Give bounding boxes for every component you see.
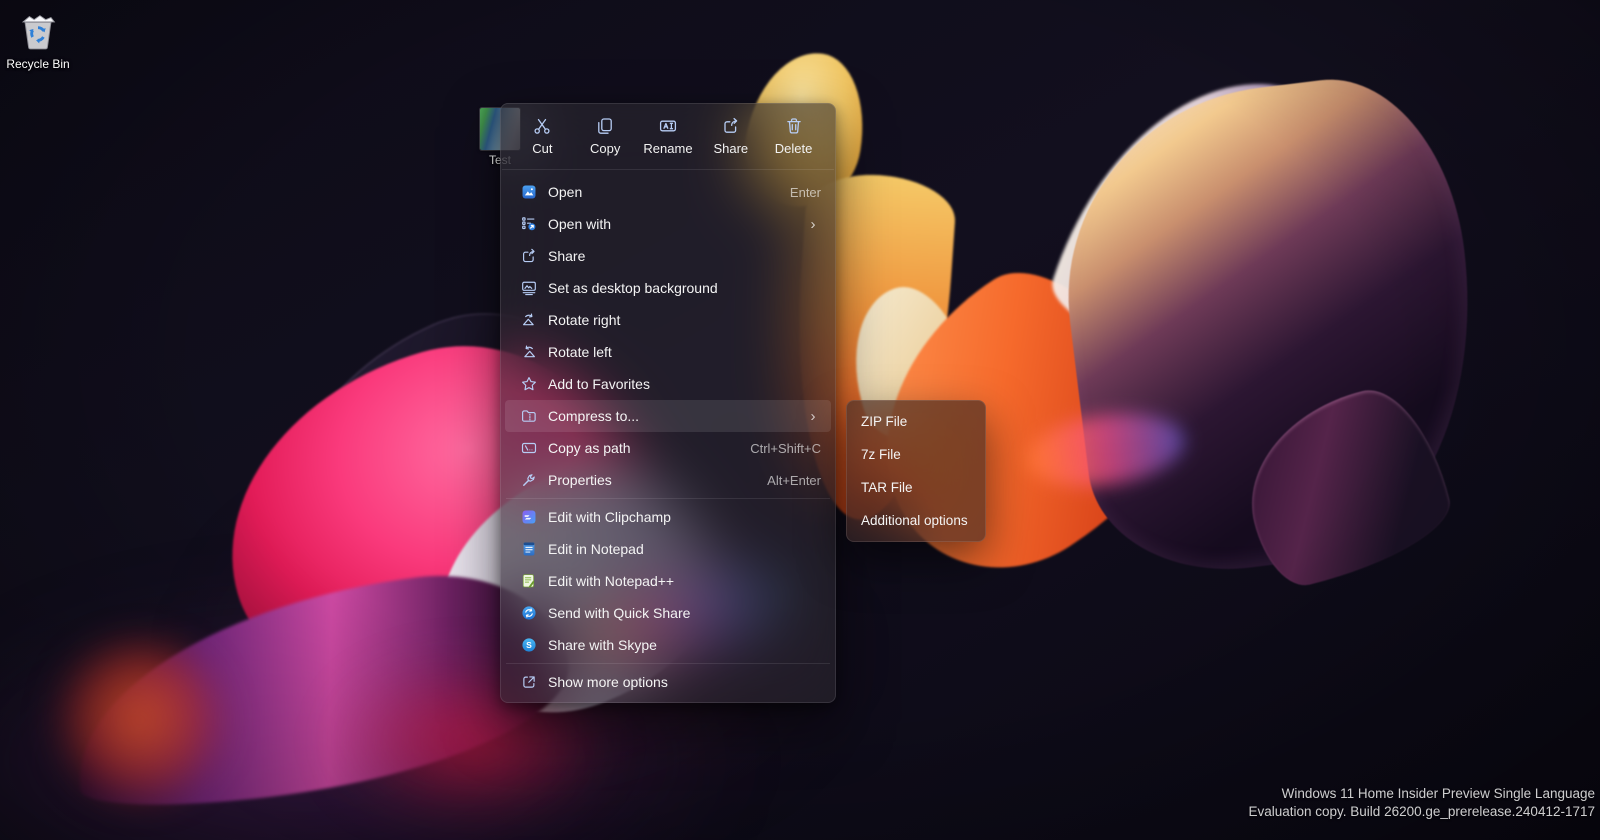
copy-icon bbox=[595, 116, 615, 136]
menu-item-set-as-desktop-background[interactable]: Set as desktop background bbox=[505, 272, 831, 304]
svg-text:S: S bbox=[526, 640, 532, 650]
chevron-right-icon: › bbox=[810, 215, 816, 233]
shortcut-label: Alt+Enter bbox=[767, 472, 821, 488]
wrench-icon bbox=[519, 470, 539, 490]
menu-item-open[interactable]: Open Enter bbox=[505, 176, 831, 208]
clipchamp-icon bbox=[519, 507, 539, 527]
folder-zip-icon bbox=[519, 406, 539, 426]
recycle-bin-icon bbox=[15, 8, 61, 54]
menu-item-show-more-options[interactable]: Show more options bbox=[505, 666, 831, 698]
submenu-item-additional-options[interactable]: Additional options bbox=[851, 504, 981, 537]
menu-item-rotate-right[interactable]: Rotate right bbox=[505, 304, 831, 336]
copy-button[interactable]: Copy bbox=[574, 114, 637, 160]
recycle-bin-label: Recycle Bin bbox=[6, 57, 70, 71]
watermark-line2: Evaluation copy. Build 26200.ge_prerelea… bbox=[1248, 803, 1595, 819]
menu-item-share[interactable]: Share bbox=[505, 240, 831, 272]
menu-item-edit-in-notepad[interactable]: Edit in Notepad bbox=[505, 533, 831, 565]
menu-separator bbox=[506, 498, 830, 499]
context-menu: Cut Copy Rename Share Delete Open Enter … bbox=[500, 103, 836, 703]
shortcut-label: Enter bbox=[789, 184, 821, 200]
share-icon bbox=[519, 246, 539, 266]
skype-icon: S bbox=[519, 635, 539, 655]
chevron-right-icon: › bbox=[810, 407, 816, 425]
context-menu-toolbar: Cut Copy Rename Share Delete bbox=[501, 104, 835, 167]
desktop: Recycle Bin Test Cut Copy Rename Share bbox=[0, 0, 1600, 840]
photos-app-icon bbox=[519, 182, 539, 202]
delete-icon bbox=[784, 116, 804, 136]
desktop-icon-recycle-bin[interactable]: Recycle Bin bbox=[6, 8, 70, 71]
windows-evaluation-watermark: Windows 11 Home Insider Preview Single L… bbox=[1248, 785, 1595, 820]
context-menu-list: Open Enter Open with › Share Set as desk… bbox=[501, 172, 835, 702]
rename-icon bbox=[658, 116, 678, 136]
rotate-left-icon bbox=[519, 342, 539, 362]
cut-button[interactable]: Cut bbox=[511, 114, 574, 160]
notepad-icon bbox=[519, 539, 539, 559]
menu-separator bbox=[506, 663, 830, 664]
rename-button[interactable]: Rename bbox=[637, 114, 700, 160]
open-with-icon bbox=[519, 214, 539, 234]
menu-item-rotate-left[interactable]: Rotate left bbox=[505, 336, 831, 368]
menu-separator bbox=[502, 169, 834, 170]
compress-to-submenu: ZIP File 7z File TAR File Additional opt… bbox=[846, 400, 986, 542]
delete-button[interactable]: Delete bbox=[762, 114, 825, 160]
menu-item-edit-with-clipchamp[interactable]: Edit with Clipchamp bbox=[505, 501, 831, 533]
menu-item-edit-with-notepad-plus-plus[interactable]: Edit with Notepad++ bbox=[505, 565, 831, 597]
rotate-right-icon bbox=[519, 310, 539, 330]
quick-share-icon bbox=[519, 603, 539, 623]
menu-item-properties[interactable]: Properties Alt+Enter bbox=[505, 464, 831, 496]
menu-item-compress-to[interactable]: Compress to... › bbox=[505, 400, 831, 432]
menu-item-add-to-favorites[interactable]: Add to Favorites bbox=[505, 368, 831, 400]
menu-item-send-with-quick-share[interactable]: Send with Quick Share bbox=[505, 597, 831, 629]
star-icon bbox=[519, 374, 539, 394]
shortcut-label: Ctrl+Shift+C bbox=[750, 440, 821, 456]
submenu-item-zip-file[interactable]: ZIP File bbox=[851, 405, 981, 438]
notepad-plus-plus-icon bbox=[519, 571, 539, 591]
menu-item-open-with[interactable]: Open with › bbox=[505, 208, 831, 240]
submenu-item-tar-file[interactable]: TAR File bbox=[851, 471, 981, 504]
submenu-item-7z-file[interactable]: 7z File bbox=[851, 438, 981, 471]
menu-item-copy-as-path[interactable]: Copy as path Ctrl+Shift+C bbox=[505, 432, 831, 464]
copy-as-path-icon bbox=[519, 438, 539, 458]
menu-item-share-with-skype[interactable]: S Share with Skype bbox=[505, 629, 831, 661]
cut-icon bbox=[532, 116, 552, 136]
desktop-background-icon bbox=[519, 278, 539, 298]
share-icon bbox=[721, 116, 741, 136]
show-more-options-icon bbox=[519, 672, 539, 692]
share-button[interactable]: Share bbox=[699, 114, 762, 160]
watermark-line1: Windows 11 Home Insider Preview Single L… bbox=[1281, 786, 1595, 802]
